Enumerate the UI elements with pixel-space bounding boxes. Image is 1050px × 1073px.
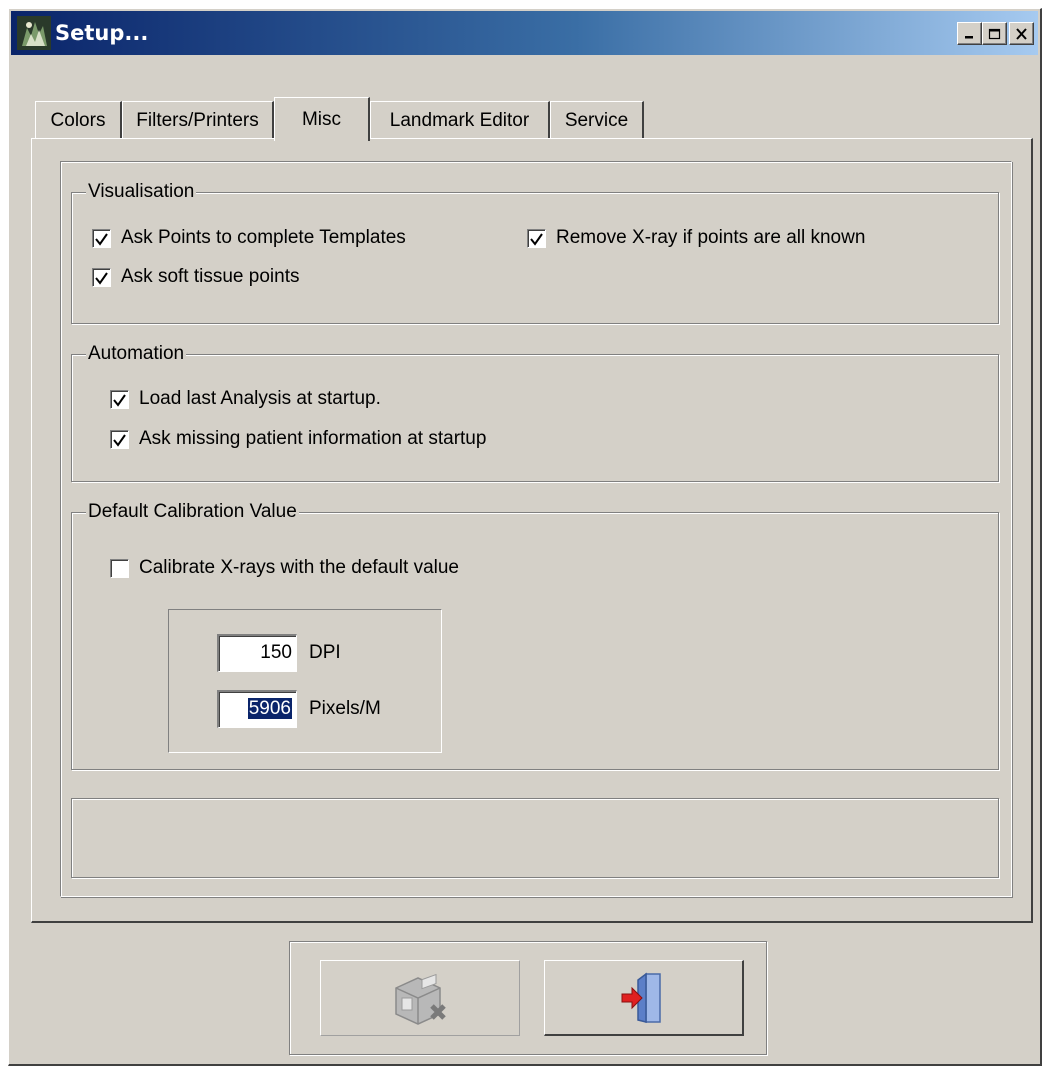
close-button[interactable] — [1009, 22, 1034, 45]
maximize-icon — [988, 28, 1001, 39]
checkmark-icon — [530, 232, 543, 246]
checkbox-box[interactable] — [92, 228, 111, 248]
checkmark-icon — [95, 271, 108, 285]
automation-legend: Automation — [86, 342, 187, 366]
checkbox-label: Load last Analysis at startup. — [139, 388, 381, 409]
checkbox-box[interactable] — [110, 558, 129, 578]
exit-button[interactable] — [544, 960, 744, 1036]
automation-group: Automation Load last Analysis at startup… — [71, 342, 999, 482]
checkbox-box[interactable] — [92, 267, 111, 287]
checkmark-icon — [113, 393, 126, 407]
tab-label: Landmark Editor — [389, 109, 530, 131]
tab-landmark-editor[interactable]: Landmark Editor — [370, 101, 550, 139]
close-icon — [1016, 27, 1027, 40]
misc-tab-panel: Visualisation Ask Points to complete Tem… — [31, 138, 1033, 923]
checkbox-box[interactable] — [527, 228, 546, 248]
checkbox-label: Ask Points to complete Templates — [121, 227, 406, 248]
save-button[interactable] — [320, 960, 520, 1036]
tab-service[interactable]: Service — [550, 101, 644, 139]
window-controls — [957, 22, 1034, 45]
ask-points-checkbox[interactable]: Ask Points to complete Templates — [92, 227, 406, 249]
dpi-input[interactable]: 150 — [217, 634, 297, 672]
inner-frame: Visualisation Ask Points to complete Tem… — [60, 161, 1012, 897]
dpi-unit-label: DPI — [309, 642, 341, 663]
checkmark-icon — [95, 232, 108, 246]
tab-filters-printers[interactable]: Filters/Printers — [122, 101, 274, 139]
pixels-per-meter-value: 5906 — [247, 698, 292, 719]
tab-label: Service — [564, 109, 629, 131]
checkmark-icon — [113, 433, 126, 447]
app-icon — [17, 16, 51, 50]
save-disk-icon — [395, 973, 446, 1025]
visualisation-legend: Visualisation — [86, 180, 197, 204]
ask-soft-tissue-checkbox[interactable]: Ask soft tissue points — [92, 266, 299, 288]
checkbox-label: Remove X-ray if points are all known — [556, 227, 866, 248]
action-button-group — [289, 941, 767, 1055]
minimize-button[interactable] — [957, 22, 982, 45]
checkbox-box[interactable] — [110, 389, 129, 409]
calibrate-default-checkbox[interactable]: Calibrate X-rays with the default value — [110, 557, 459, 579]
remove-xray-checkbox[interactable]: Remove X-ray if points are all known — [527, 227, 865, 249]
checkbox-label: Ask missing patient information at start… — [139, 428, 487, 449]
calibration-values-box: 150 DPI 5906 Pixels/M — [168, 609, 442, 753]
pixels-per-meter-input[interactable]: 5906 — [217, 690, 297, 728]
title-bar[interactable]: Setup... — [11, 11, 1038, 55]
visualisation-group: Visualisation Ask Points to complete Tem… — [71, 180, 999, 324]
ask-missing-info-checkbox[interactable]: Ask missing patient information at start… — [110, 428, 486, 450]
exit-door-icon — [621, 972, 661, 1023]
maximize-button[interactable] — [982, 22, 1007, 45]
tab-label: Misc — [301, 108, 342, 130]
dpi-value: 150 — [260, 642, 292, 663]
pixels-per-meter-unit-label: Pixels/M — [309, 698, 381, 719]
checkbox-label: Ask soft tissue points — [121, 266, 300, 287]
status-group — [71, 798, 999, 878]
tab-label: Colors — [50, 109, 106, 131]
checkbox-label: Calibrate X-rays with the default value — [139, 557, 459, 578]
window-title: Setup... — [55, 21, 149, 45]
minimize-icon — [965, 35, 973, 38]
setup-window: Setup... Colors Filters/Printers Misc La… — [8, 8, 1042, 1066]
calibration-legend: Default Calibration Value — [86, 500, 299, 524]
checkbox-box[interactable] — [110, 429, 129, 449]
tab-colors[interactable]: Colors — [35, 101, 122, 139]
tab-misc[interactable]: Misc — [274, 97, 370, 141]
calibration-group: Default Calibration Value Calibrate X-ra… — [71, 500, 999, 770]
load-last-analysis-checkbox[interactable]: Load last Analysis at startup. — [110, 388, 381, 410]
tab-label: Filters/Printers — [136, 109, 259, 131]
